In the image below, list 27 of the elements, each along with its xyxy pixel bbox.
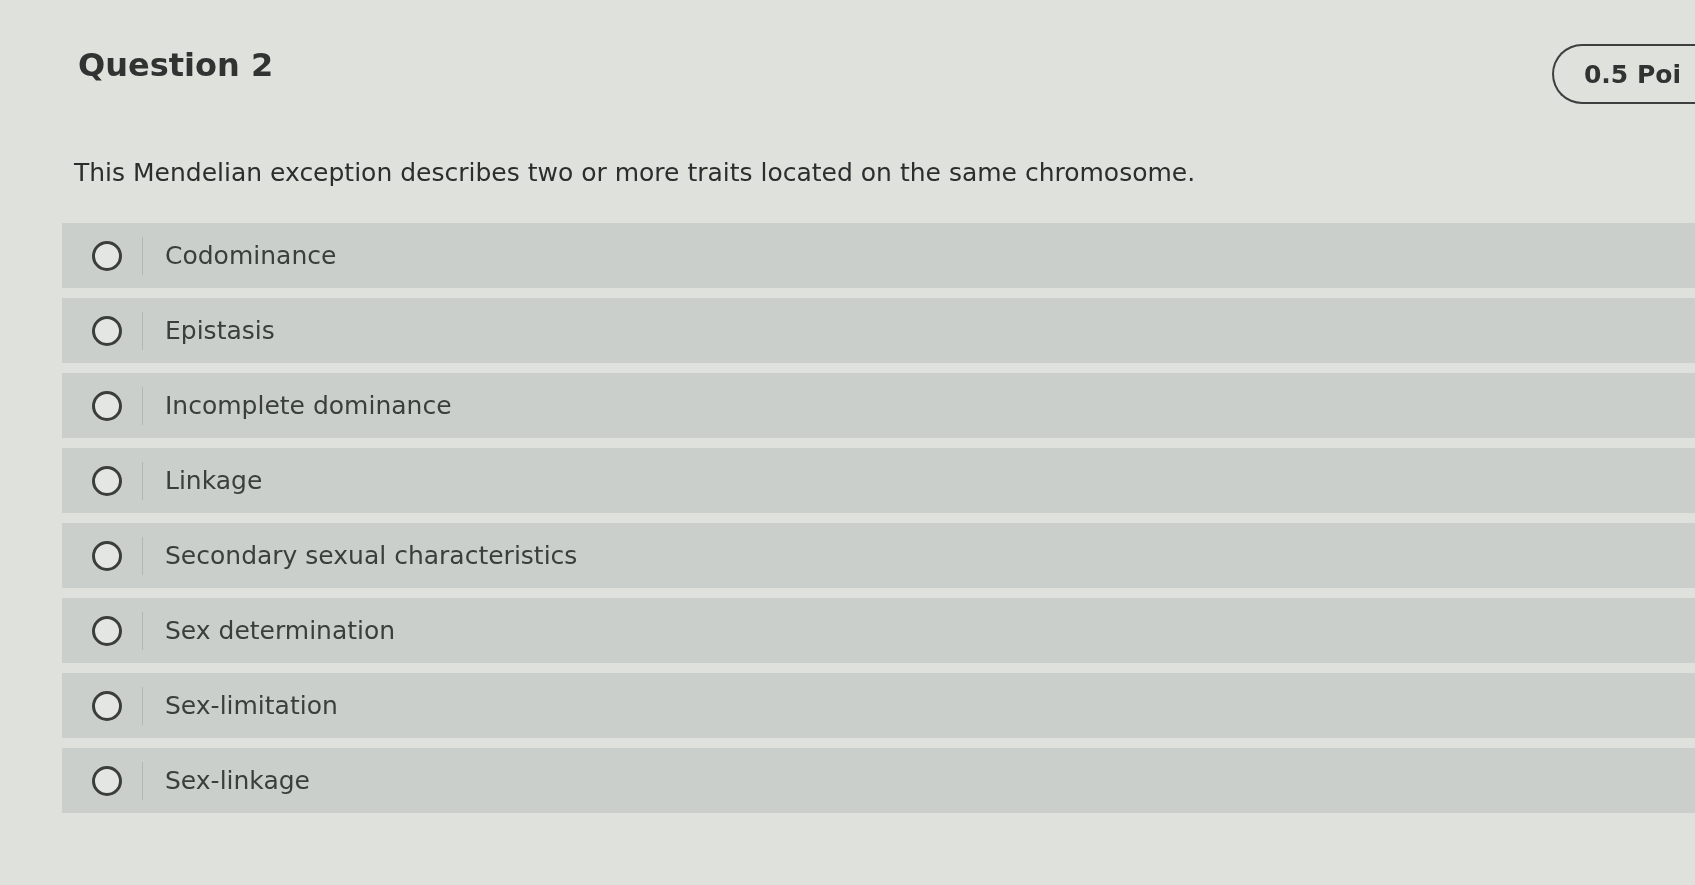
answer-option[interactable]: Codominance (62, 223, 1695, 288)
radio-button[interactable] (92, 390, 122, 421)
answer-option[interactable]: Sex-linkage (62, 748, 1695, 813)
radio-button[interactable] (92, 315, 122, 346)
option-label: Secondary sexual characteristics (165, 541, 578, 570)
answer-option[interactable]: Sex determination (62, 598, 1695, 663)
answer-option[interactable]: Incomplete dominance (62, 373, 1695, 438)
radio-button[interactable] (92, 240, 122, 271)
option-label: Sex-limitation (165, 691, 338, 720)
option-label: Sex determination (165, 616, 396, 645)
radio-button[interactable] (92, 615, 122, 646)
question-title: Question 2 (78, 46, 274, 84)
option-label: Epistasis (165, 316, 275, 345)
question-prompt: This Mendelian exception describes two or more traits located on the same chromosome. (74, 158, 1197, 187)
radio-button[interactable] (92, 540, 122, 571)
radio-button[interactable] (92, 465, 122, 496)
points-badge: 0.5 Poi (1551, 44, 1695, 104)
answer-option[interactable]: Sex-limitation (62, 673, 1695, 738)
option-label: Codominance (165, 241, 337, 270)
radio-button[interactable] (92, 765, 122, 796)
option-label: Incomplete dominance (165, 391, 452, 420)
answer-option[interactable]: Secondary sexual characteristics (62, 523, 1695, 588)
option-label: Sex-linkage (165, 766, 310, 795)
answer-option[interactable]: Linkage (62, 448, 1695, 513)
radio-button[interactable] (92, 690, 122, 721)
answer-option[interactable]: Epistasis (62, 298, 1695, 363)
option-label: Linkage (165, 466, 263, 495)
